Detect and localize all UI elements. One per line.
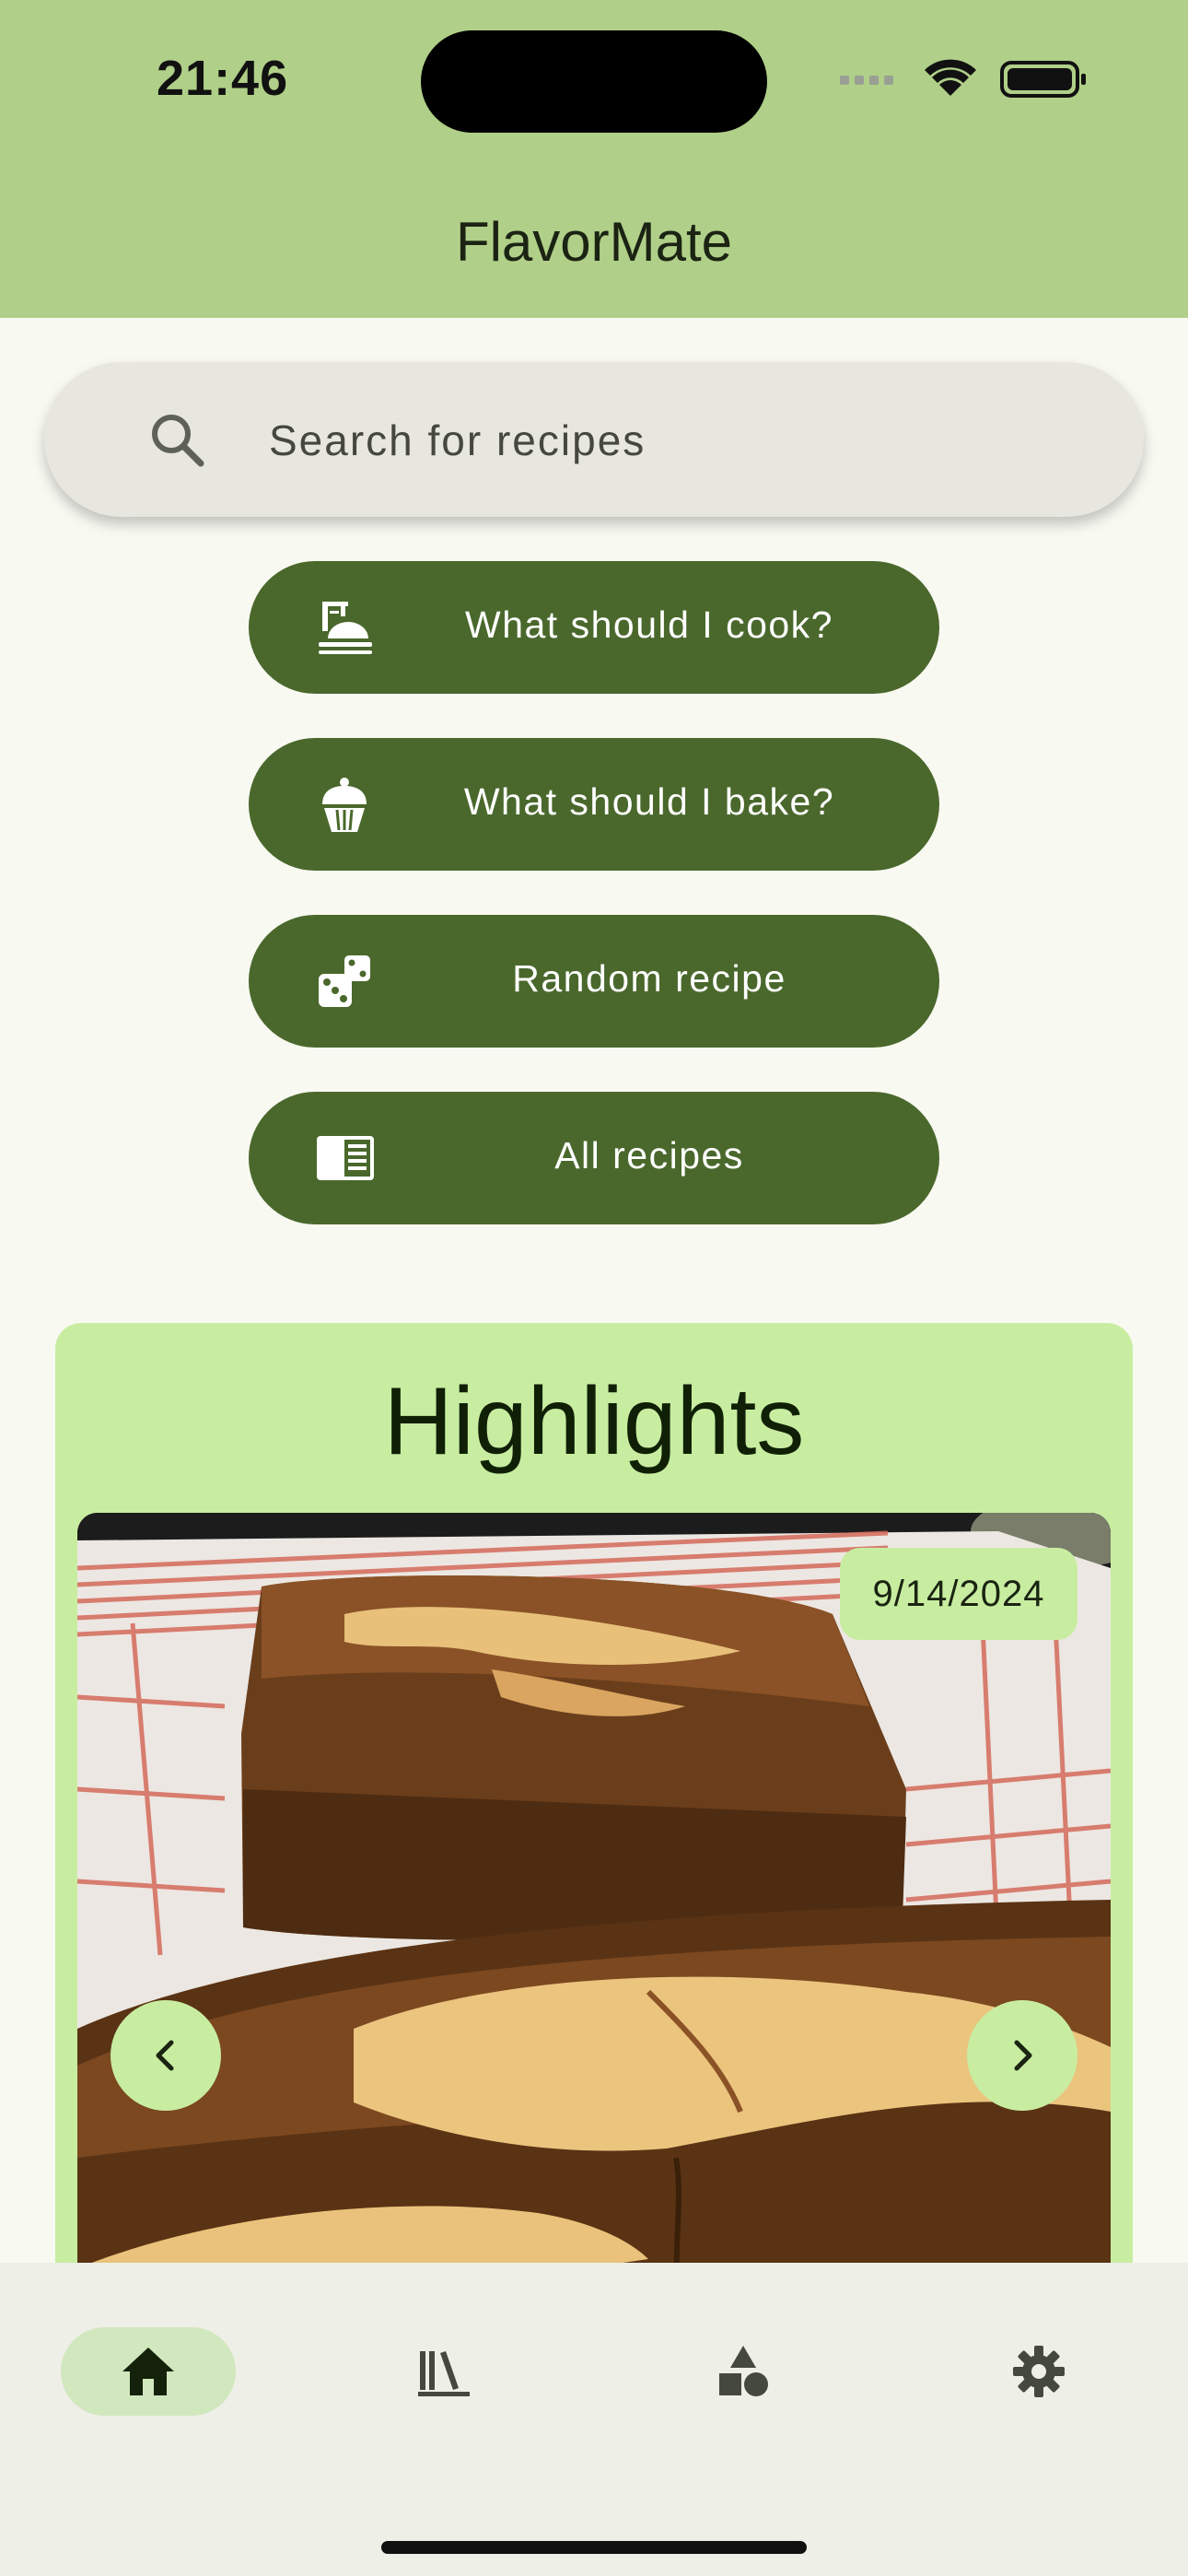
dynamic-island (421, 30, 767, 133)
app-title: FlavorMate (455, 211, 733, 273)
all-recipes-button[interactable]: All recipes (249, 1092, 939, 1224)
shapes-icon (719, 2346, 768, 2396)
what-should-i-bake-button[interactable]: What should I bake? (249, 738, 939, 871)
carousel-next-button[interactable] (967, 2000, 1077, 2111)
action-label: Random recipe (512, 957, 786, 1000)
action-label: All recipes (554, 1134, 744, 1177)
nav-library[interactable] (356, 2327, 531, 2416)
nav-categories[interactable] (656, 2327, 831, 2416)
bottom-navigation (0, 2263, 1188, 2576)
nav-settings[interactable] (951, 2327, 1126, 2416)
action-label: What should I bake? (463, 780, 835, 823)
search-icon (152, 415, 204, 467)
chevron-left-icon (156, 2040, 174, 2071)
status-time: 21:46 (157, 51, 289, 106)
library-icon (418, 2351, 470, 2396)
chevron-right-icon (1014, 2040, 1032, 2071)
carousel-prev-button[interactable] (111, 2000, 221, 2111)
highlights-title: Highlights (383, 1368, 805, 1475)
home-icon (122, 2348, 174, 2395)
search-bar[interactable] (44, 362, 1144, 517)
nav-home[interactable] (61, 2327, 236, 2416)
highlight-date-badge: 9/14/2024 (840, 1548, 1077, 1640)
app-bar: 21:46 FlavorMate (0, 0, 1188, 318)
home-indicator (381, 2541, 807, 2554)
battery-icon (1000, 61, 1086, 98)
action-label: What should I cook? (465, 603, 833, 646)
wifi-icon (925, 59, 976, 96)
what-should-i-cook-button[interactable]: What should I cook? (249, 561, 939, 694)
search-input[interactable] (267, 403, 1100, 478)
signal-icon (840, 76, 893, 85)
settings-icon (1013, 2346, 1065, 2397)
status-icons (840, 59, 1086, 98)
random-recipe-button[interactable]: Random recipe (249, 915, 939, 1048)
